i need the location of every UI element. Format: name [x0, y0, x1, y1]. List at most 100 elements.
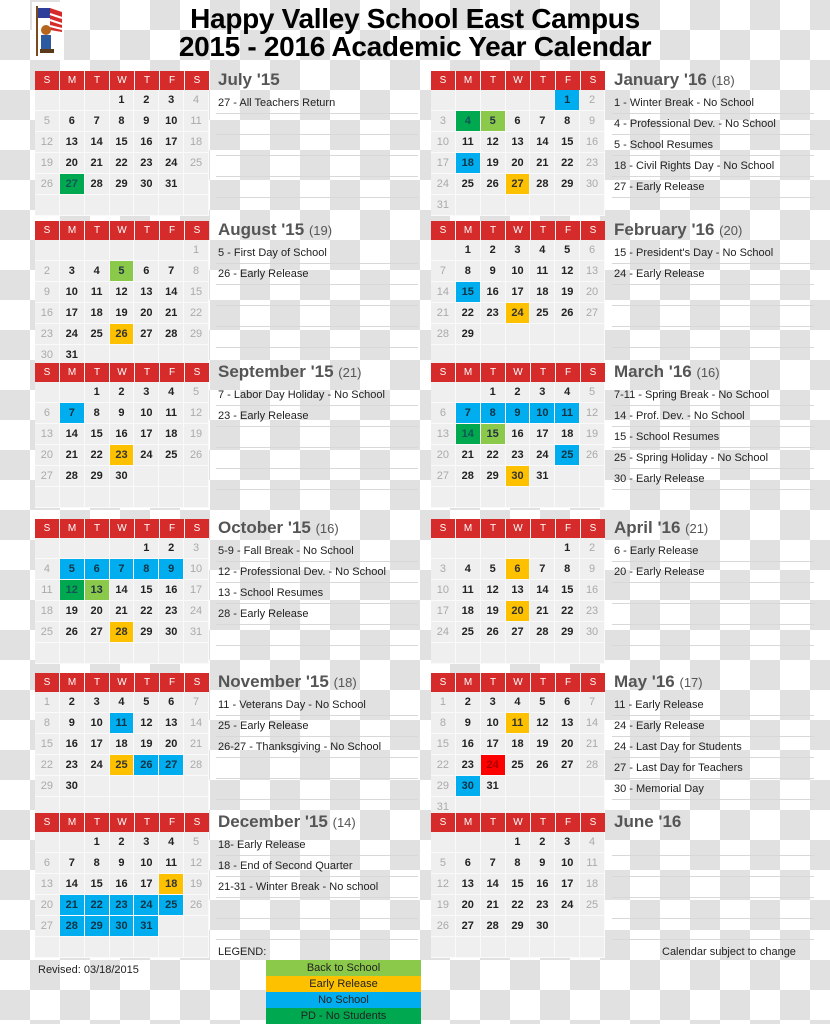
day-cell: 20 — [431, 445, 456, 466]
day-cell: 14 — [480, 874, 506, 895]
day-cell: 30 — [580, 174, 605, 195]
month-calendar-grid: S M T W T F S 1 2 3 4 5 6 7 8 9 10 11 12 13 14 15 16 17 18 19 20 21… — [431, 519, 605, 664]
event-item: 23 - Early Release — [216, 406, 418, 427]
day-cell: 30 — [580, 622, 605, 643]
day-cell: 29 — [84, 466, 110, 487]
day-cell: 4 — [530, 240, 556, 261]
weekday-label: M — [456, 221, 481, 240]
day-cell: 15 — [84, 424, 110, 445]
day-cell: 27 — [555, 755, 581, 776]
day-cell: 17 — [84, 734, 110, 755]
empty-day-cell — [455, 195, 481, 216]
day-cell: 17 — [59, 303, 85, 324]
day-cell: 11 — [580, 853, 605, 874]
day-cell: 30 — [109, 916, 135, 937]
day-cell: 16 — [530, 874, 556, 895]
day-cell: 20 — [505, 601, 531, 622]
month-title: March '16 (16) — [614, 362, 720, 382]
day-cell: 29 — [184, 324, 209, 345]
day-cell: 4 — [109, 692, 135, 713]
empty-day-cell — [505, 487, 531, 508]
empty-day-cell — [59, 195, 85, 216]
school-day-count: (20) — [719, 223, 743, 238]
weekday-label: T — [481, 363, 506, 382]
event-item: 27 - Early Release — [612, 177, 814, 198]
school-day-count: (16) — [315, 521, 339, 536]
day-cell: 13 — [59, 132, 85, 153]
event-item — [612, 285, 814, 306]
day-cell: 20 — [159, 734, 185, 755]
day-cell: 18 — [35, 601, 60, 622]
event-item: 18- Early Release — [216, 835, 418, 856]
day-cell: 23 — [59, 755, 85, 776]
day-cell: 13 — [431, 424, 456, 445]
day-cell: 21 — [109, 601, 135, 622]
empty-day-cell — [455, 487, 481, 508]
month-title: August '15 (19) — [218, 220, 332, 240]
day-cell: 26 — [555, 303, 581, 324]
empty-day-cell — [431, 538, 456, 559]
empty-day-cell — [184, 937, 209, 958]
month-title: December '15 (14) — [218, 812, 356, 832]
empty-day-cell — [184, 174, 209, 195]
day-cell: 22 — [480, 445, 506, 466]
day-cell: 12 — [580, 403, 605, 424]
day-cell: 26 — [109, 324, 135, 345]
day-cell: 20 — [134, 303, 160, 324]
day-cell: 15 — [555, 580, 581, 601]
empty-day-cell — [555, 195, 581, 216]
month-title: June '16 — [614, 812, 681, 832]
day-cell: 16 — [580, 132, 605, 153]
day-cell: 8 — [184, 261, 209, 282]
day-cell: 13 — [555, 713, 581, 734]
day-cell: 17 — [530, 424, 556, 445]
weekday-label: T — [481, 519, 506, 538]
empty-day-cell — [431, 832, 456, 853]
weekday-header: SMTWTFS — [35, 221, 209, 240]
day-cell: 20 — [580, 282, 605, 303]
day-cell: 8 — [109, 111, 135, 132]
event-item: 14 - Prof. Dev. - No School — [612, 406, 814, 427]
day-cell: 11 — [455, 132, 481, 153]
weekday-label: S — [431, 71, 456, 90]
day-cell: 26 — [134, 755, 160, 776]
day-cell: 19 — [59, 601, 85, 622]
day-cell: 6 — [580, 240, 605, 261]
empty-day-cell — [580, 324, 605, 345]
day-cell: 22 — [555, 153, 581, 174]
day-cell: 3 — [134, 382, 160, 403]
event-list: 7 - Labor Day Holiday - No School 23 - Ea… — [216, 385, 418, 490]
day-cell: 9 — [134, 111, 160, 132]
empty-day-cell — [530, 538, 556, 559]
empty-day-cell — [59, 937, 85, 958]
day-cell: 1 — [184, 240, 209, 261]
event-item: 6 - Early Release — [612, 541, 814, 562]
empty-day-cell — [84, 195, 110, 216]
weekday-header: SMTWTFS — [431, 813, 605, 832]
empty-day-cell — [59, 382, 85, 403]
day-cell: 19 — [480, 153, 506, 174]
event-item: 7 - Labor Day Holiday - No School — [216, 385, 418, 406]
day-cell: 30 — [455, 776, 481, 797]
empty-day-cell — [530, 195, 556, 216]
event-item: 5-9 - Fall Break - No School — [216, 541, 418, 562]
empty-day-cell — [84, 90, 110, 111]
day-cell: 1 — [455, 240, 481, 261]
empty-day-cell — [431, 937, 456, 958]
weekday-label: W — [506, 71, 531, 90]
day-cell: 25 — [505, 755, 531, 776]
event-item: 5 - First Day of School — [216, 243, 418, 264]
empty-day-cell — [84, 487, 110, 508]
empty-day-cell — [184, 643, 209, 664]
empty-day-cell — [184, 776, 209, 797]
day-cell: 19 — [109, 303, 135, 324]
event-list: 15 - President's Day - No School 24 - Ear… — [612, 243, 814, 348]
empty-day-cell — [555, 324, 581, 345]
day-cell: 14 — [184, 713, 209, 734]
day-cell: 25 — [159, 895, 185, 916]
day-cell: 28 — [109, 622, 135, 643]
day-cell: 27 — [455, 916, 481, 937]
event-item: 27 - All Teachers Return — [216, 93, 418, 114]
day-cell: 16 — [480, 282, 506, 303]
event-list: 27 - All Teachers Return — [216, 93, 418, 198]
